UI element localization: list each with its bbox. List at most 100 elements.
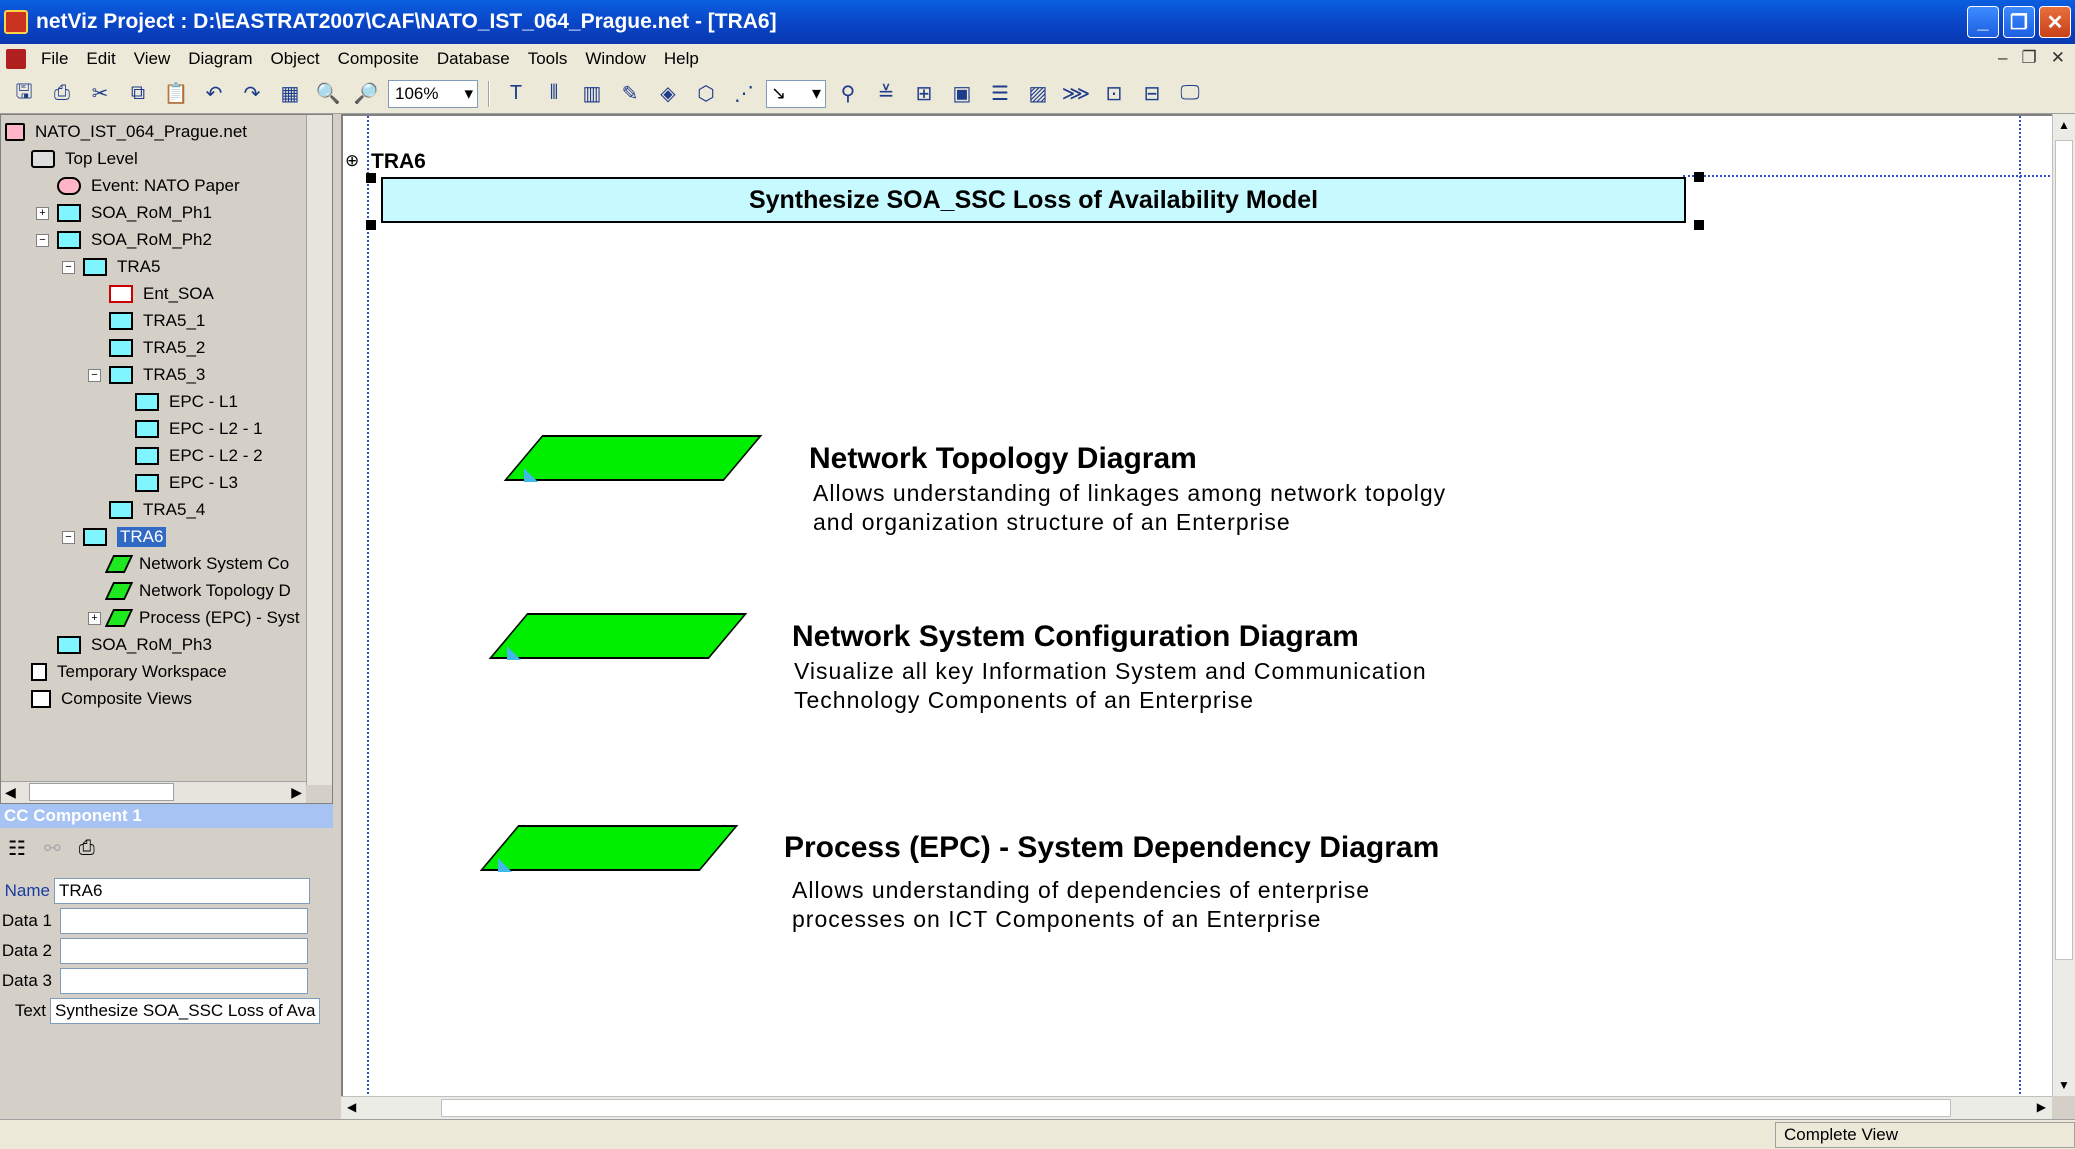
- data1-field[interactable]: [60, 908, 308, 934]
- topology-diagram-node[interactable]: [503, 435, 763, 481]
- selection-handle[interactable]: [366, 220, 376, 230]
- tree-item[interactable]: EPC - L2 - 1: [135, 416, 263, 442]
- tree-item[interactable]: EPC - L1: [135, 389, 238, 415]
- menu-diagram[interactable]: Diagram: [179, 49, 261, 69]
- tree-view-icon[interactable]: ⊟: [1136, 79, 1168, 109]
- menu-edit[interactable]: Edit: [77, 49, 124, 69]
- tree-item[interactable]: Composite Views: [31, 686, 192, 712]
- copy-icon[interactable]: ⧉: [122, 79, 154, 109]
- scroll-thumb[interactable]: [29, 783, 174, 801]
- diagram-canvas[interactable]: ⊕ TRA6 Synthesize SOA_SSC Loss of Availa…: [341, 114, 2052, 1096]
- tree-item[interactable]: Process (EPC) - Syst: [104, 605, 300, 631]
- menu-database[interactable]: Database: [428, 49, 519, 69]
- text-field[interactable]: Synthesize SOA_SSC Loss of Ava: [50, 998, 320, 1024]
- selection-handle[interactable]: [1694, 172, 1704, 182]
- edit-window-icon[interactable]: ⊡: [1098, 79, 1130, 109]
- tree-item[interactable]: Event: NATO Paper: [57, 173, 240, 199]
- name-field[interactable]: TRA6: [54, 878, 310, 904]
- scroll-down-icon[interactable]: ▼: [2058, 1078, 2070, 1092]
- print-icon[interactable]: ⎙: [79, 837, 95, 860]
- diagram-title[interactable]: Process (EPC) - System Dependency Diagra…: [784, 831, 1439, 865]
- project-tree[interactable]: NATO_IST_064_Prague.net Top Level Event:…: [0, 114, 333, 804]
- menu-window[interactable]: Window: [576, 49, 654, 69]
- grid-icon[interactable]: ▣: [946, 79, 978, 109]
- data3-field[interactable]: [60, 968, 308, 994]
- monitor-icon[interactable]: 🖵: [1174, 79, 1206, 109]
- data2-field[interactable]: [60, 938, 308, 964]
- scroll-left-icon[interactable]: ◀: [347, 1100, 356, 1114]
- selection-handle[interactable]: [1694, 220, 1704, 230]
- line-style-select[interactable]: ↘ ▾: [766, 79, 826, 108]
- list-icon[interactable]: ☰: [984, 79, 1016, 109]
- tree-item[interactable]: SOA_RoM_Ph2: [57, 227, 212, 253]
- diagram-title[interactable]: Network Topology Diagram: [809, 442, 1197, 476]
- scroll-thumb[interactable]: [2055, 140, 2073, 960]
- tree-horizontal-scrollbar[interactable]: ◀ ▶: [1, 781, 306, 803]
- shape-icon[interactable]: ⬡: [690, 79, 722, 109]
- menu-help[interactable]: Help: [655, 49, 708, 69]
- process-dependency-diagram-node[interactable]: [479, 825, 739, 871]
- move-handle-icon[interactable]: ⊕: [345, 151, 359, 171]
- tree-item[interactable]: Top Level: [31, 146, 138, 172]
- cut-icon[interactable]: ✂: [84, 79, 116, 109]
- scroll-right-icon[interactable]: ▶: [2037, 1100, 2046, 1114]
- diagram-title[interactable]: Network System Configuration Diagram: [792, 620, 1359, 654]
- close-button[interactable]: ✕: [2039, 6, 2071, 38]
- align-icon[interactable]: ⫴: [538, 79, 570, 109]
- scroll-left-icon[interactable]: ◀: [5, 784, 16, 801]
- columns-icon[interactable]: ▥: [576, 79, 608, 109]
- menu-composite[interactable]: Composite: [329, 49, 428, 69]
- mdi-minimize-button[interactable]: ‒: [1998, 48, 2007, 68]
- menu-file[interactable]: File: [32, 49, 77, 69]
- tree-item[interactable]: EPC - L2 - 2: [135, 443, 263, 469]
- scroll-up-icon[interactable]: ▲: [2058, 118, 2070, 132]
- hierarchy-icon[interactable]: ⊞: [908, 79, 940, 109]
- tree-item[interactable]: Network System Co: [104, 551, 289, 577]
- scroll-thumb[interactable]: [441, 1099, 1951, 1117]
- tree-root[interactable]: NATO_IST_064_Prague.net: [5, 119, 247, 145]
- system-configuration-diagram-node[interactable]: [488, 613, 748, 659]
- tree-item[interactable]: TRA5_1: [109, 308, 205, 334]
- zoom-select[interactable]: 106% ▾: [388, 79, 478, 108]
- link-icon[interactable]: ⚲: [832, 79, 864, 109]
- zoom-out-icon[interactable]: 🔎: [350, 79, 382, 109]
- banner-node[interactable]: Synthesize SOA_SSC Loss of Availability …: [381, 177, 1686, 223]
- collapse-toggle[interactable]: −: [88, 369, 101, 382]
- list-view-icon[interactable]: ☷: [8, 836, 26, 861]
- tree-item[interactable]: TRA5_4: [109, 497, 205, 523]
- tree-item[interactable]: Temporary Workspace: [31, 659, 227, 685]
- mdi-close-button[interactable]: ✕: [2051, 48, 2065, 68]
- tree-item[interactable]: Network Topology D: [104, 578, 291, 604]
- image-icon[interactable]: ▨: [1022, 79, 1054, 109]
- tree-item-tra6[interactable]: TRA6: [83, 524, 167, 550]
- paste-icon[interactable]: 📋: [160, 79, 192, 109]
- connect-icon[interactable]: ⋰: [728, 79, 760, 109]
- tree-item[interactable]: EPC - L3: [135, 470, 238, 496]
- tree-item[interactable]: Ent_SOA: [109, 281, 214, 307]
- print-icon[interactable]: ⎙: [46, 79, 78, 109]
- scroll-right-icon[interactable]: ▶: [291, 784, 302, 801]
- canvas-horizontal-scrollbar[interactable]: ◀ ▶: [341, 1096, 2052, 1119]
- minimize-button[interactable]: _: [1967, 6, 1999, 38]
- save-icon[interactable]: 🖫: [8, 79, 40, 109]
- collapse-toggle[interactable]: −: [36, 234, 49, 247]
- undo-icon[interactable]: ↶: [198, 79, 230, 109]
- restore-button[interactable]: ❐: [2003, 6, 2035, 38]
- layout-icon[interactable]: ≚: [870, 79, 902, 109]
- canvas-vertical-scrollbar[interactable]: ▲ ▼: [2052, 114, 2075, 1096]
- pen-color-icon[interactable]: ✎: [614, 79, 646, 109]
- expand-toggle[interactable]: +: [36, 207, 49, 220]
- zoom-in-icon[interactable]: 🔍: [312, 79, 344, 109]
- tree-item[interactable]: TRA5_3: [109, 362, 205, 388]
- menu-object[interactable]: Object: [262, 49, 329, 69]
- document-icon[interactable]: [6, 49, 26, 69]
- tree-item[interactable]: SOA_RoM_Ph3: [57, 632, 212, 658]
- fit-icon[interactable]: ▦: [274, 79, 306, 109]
- expand-toggle[interactable]: +: [88, 612, 101, 625]
- tree-vertical-scrollbar[interactable]: [306, 115, 332, 785]
- text-tool-icon[interactable]: T: [500, 79, 532, 109]
- find-icon[interactable]: ⚯: [44, 836, 61, 861]
- tree-item[interactable]: TRA5_2: [109, 335, 205, 361]
- collapse-toggle[interactable]: −: [62, 531, 75, 544]
- fill-color-icon[interactable]: ◈: [652, 79, 684, 109]
